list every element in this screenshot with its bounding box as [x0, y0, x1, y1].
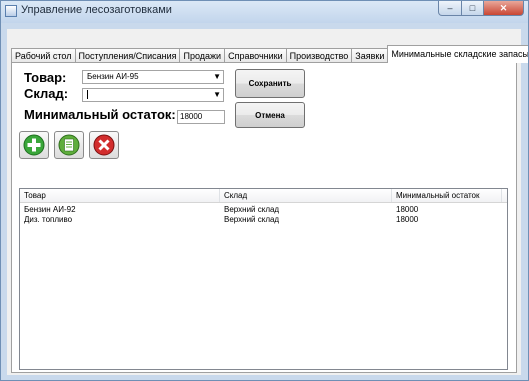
- cell-warehouse: Верхний склад: [224, 205, 280, 214]
- tab-production[interactable]: Производство: [285, 48, 353, 63]
- min-stock-list[interactable]: Товар Склад Минимальный остаток Бензин А…: [19, 188, 508, 370]
- app-window: Управление лесозаготовками – □ ✕ Рабочий…: [0, 0, 529, 381]
- list-header: Товар Склад Минимальный остаток: [20, 189, 507, 203]
- caption-buttons: – □ ✕: [438, 1, 524, 16]
- cell-product: Бензин АИ-92: [24, 205, 76, 214]
- edit-button[interactable]: [54, 131, 84, 159]
- add-button[interactable]: [19, 131, 49, 159]
- tab-references[interactable]: Справочники: [224, 48, 287, 63]
- chevron-down-icon[interactable]: ▼: [213, 71, 221, 83]
- warehouse-combobox[interactable]: ▼: [82, 88, 224, 102]
- maximize-button[interactable]: □: [462, 1, 484, 16]
- app-icon: [5, 5, 17, 17]
- cell-product: Диз. топливо: [24, 215, 73, 224]
- tab-requests[interactable]: Заявки: [351, 48, 389, 63]
- document-icon: [58, 134, 80, 156]
- client-area: Рабочий стол Поступления/Списания Продаж…: [7, 29, 528, 375]
- chevron-down-icon[interactable]: ▼: [213, 89, 221, 101]
- cancel-button[interactable]: Отмена: [235, 102, 305, 128]
- tab-receipts-writeoffs[interactable]: Поступления/Списания: [74, 48, 181, 63]
- cell-min-stock: 18000: [396, 205, 419, 214]
- delete-button[interactable]: [89, 131, 119, 159]
- min-stock-label: Минимальный остаток:: [24, 107, 176, 122]
- minimize-button[interactable]: –: [438, 1, 462, 16]
- save-button[interactable]: Сохранить: [235, 69, 305, 98]
- tab-bar: Рабочий стол Поступления/Списания Продаж…: [11, 45, 528, 63]
- table-row[interactable]: Диз. топливо Верхний склад 18000: [20, 215, 507, 225]
- cell-min-stock: 18000: [396, 215, 419, 224]
- product-combobox[interactable]: Бензин АИ-95 ▼: [82, 70, 224, 84]
- text-caret: [87, 90, 88, 100]
- window-title: Управление лесозаготовками: [21, 4, 172, 16]
- delete-x-icon: [93, 134, 115, 156]
- cell-warehouse: Верхний склад: [224, 215, 280, 224]
- plus-icon: [23, 134, 45, 156]
- title-bar[interactable]: Управление лесозаготовками – □ ✕: [1, 1, 528, 23]
- tab-desktop[interactable]: Рабочий стол: [11, 48, 76, 63]
- column-header-product[interactable]: Товар: [20, 189, 220, 202]
- tab-sales[interactable]: Продажи: [179, 48, 226, 63]
- column-header-min-stock[interactable]: Минимальный остаток: [392, 189, 502, 202]
- tab-panel-min-stock: Товар: Бензин АИ-95 ▼ Склад: ▼ Минимальн…: [11, 62, 517, 373]
- min-stock-input[interactable]: 18000: [177, 110, 225, 124]
- tab-min-stock[interactable]: Минимальные складские запасы: [387, 45, 528, 63]
- product-label: Товар:: [24, 70, 67, 85]
- table-row[interactable]: Бензин АИ-92 Верхний склад 18000: [20, 205, 507, 215]
- close-button[interactable]: ✕: [484, 1, 524, 16]
- column-header-warehouse[interactable]: Склад: [220, 189, 392, 202]
- warehouse-label: Склад:: [24, 86, 69, 101]
- product-value: Бензин АИ-95: [87, 72, 139, 81]
